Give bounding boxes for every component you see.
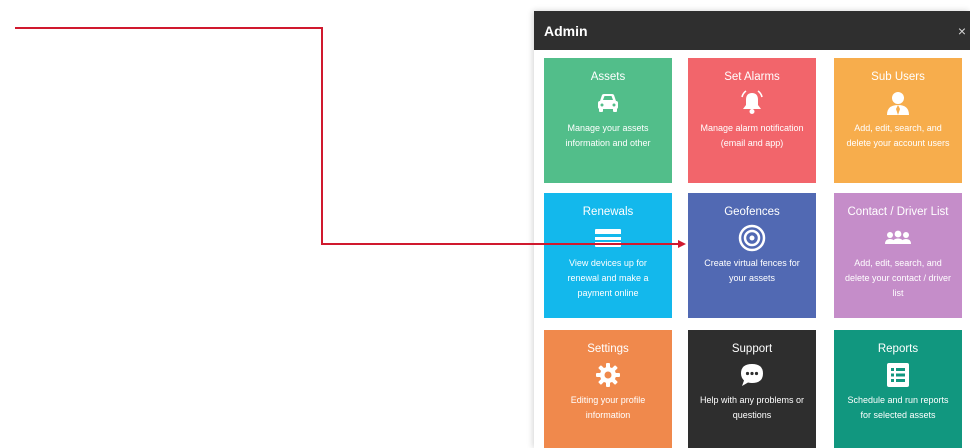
geofence-target-icon (688, 223, 816, 253)
tile-set-alarms[interactable]: Set Alarms Manage alarm notification (em… (688, 58, 816, 183)
tile-geofences[interactable]: Geofences Create virtual fences for your… (688, 193, 816, 318)
tile-contact-driver-list[interactable]: Contact / Driver List Add, edit, search,… (834, 193, 962, 318)
chat-bubble-icon (688, 360, 816, 390)
close-button[interactable]: × (952, 23, 970, 39)
bell-icon (688, 88, 816, 118)
tile-title: Assets (590, 71, 626, 83)
tile-title: Sub Users (871, 71, 925, 83)
contacts-group-icon (834, 223, 962, 253)
car-icon (544, 88, 672, 118)
tile-renewals[interactable]: Renewals View devices up for renewal and… (544, 193, 672, 318)
tile-description: Create virtual fences for your assets (704, 258, 800, 283)
screenshot-stage: Admin × Assets Manage your assets inform… (0, 0, 970, 448)
tile-assets[interactable]: Assets Manage your assets information an… (544, 58, 672, 183)
tile-title: Reports (877, 343, 919, 355)
tile-title: Geofences (724, 206, 780, 218)
tile-support[interactable]: Support Help with any problems or questi… (688, 330, 816, 448)
admin-panel: Admin × Assets Manage your assets inform… (534, 11, 970, 448)
tile-title: Set Alarms (724, 71, 780, 83)
tile-title: Support (731, 343, 773, 355)
report-list-icon (834, 360, 962, 390)
tile-description: Add, edit, search, and delete your conta… (844, 258, 952, 298)
tile-description: Manage your assets information and other (565, 123, 651, 148)
gear-icon (544, 360, 672, 390)
admin-panel-header: Admin × (534, 11, 970, 50)
tile-description: View devices up for renewal and make a p… (567, 258, 649, 298)
tile-reports[interactable]: Reports Schedule and run reports for sel… (834, 330, 962, 448)
tile-description: Help with any problems or questions (699, 395, 805, 420)
credit-card-icon (544, 223, 672, 253)
tile-title: Contact / Driver List (847, 206, 949, 218)
tile-description: Manage alarm notification (email and app… (700, 123, 804, 148)
tile-description: Add, edit, search, and delete your accou… (846, 123, 950, 148)
tile-sub-users[interactable]: Sub Users Add, edit, search, and delete … (834, 58, 962, 183)
tile-settings[interactable]: Settings Editing your profile informatio… (544, 330, 672, 448)
tile-description: Editing your profile information (570, 395, 646, 420)
tile-description: Schedule and run reports for selected as… (847, 395, 949, 420)
tile-title: Settings (587, 343, 629, 355)
user-icon (834, 88, 962, 118)
tile-title: Renewals (582, 206, 634, 218)
panel-title: Admin (544, 22, 588, 39)
